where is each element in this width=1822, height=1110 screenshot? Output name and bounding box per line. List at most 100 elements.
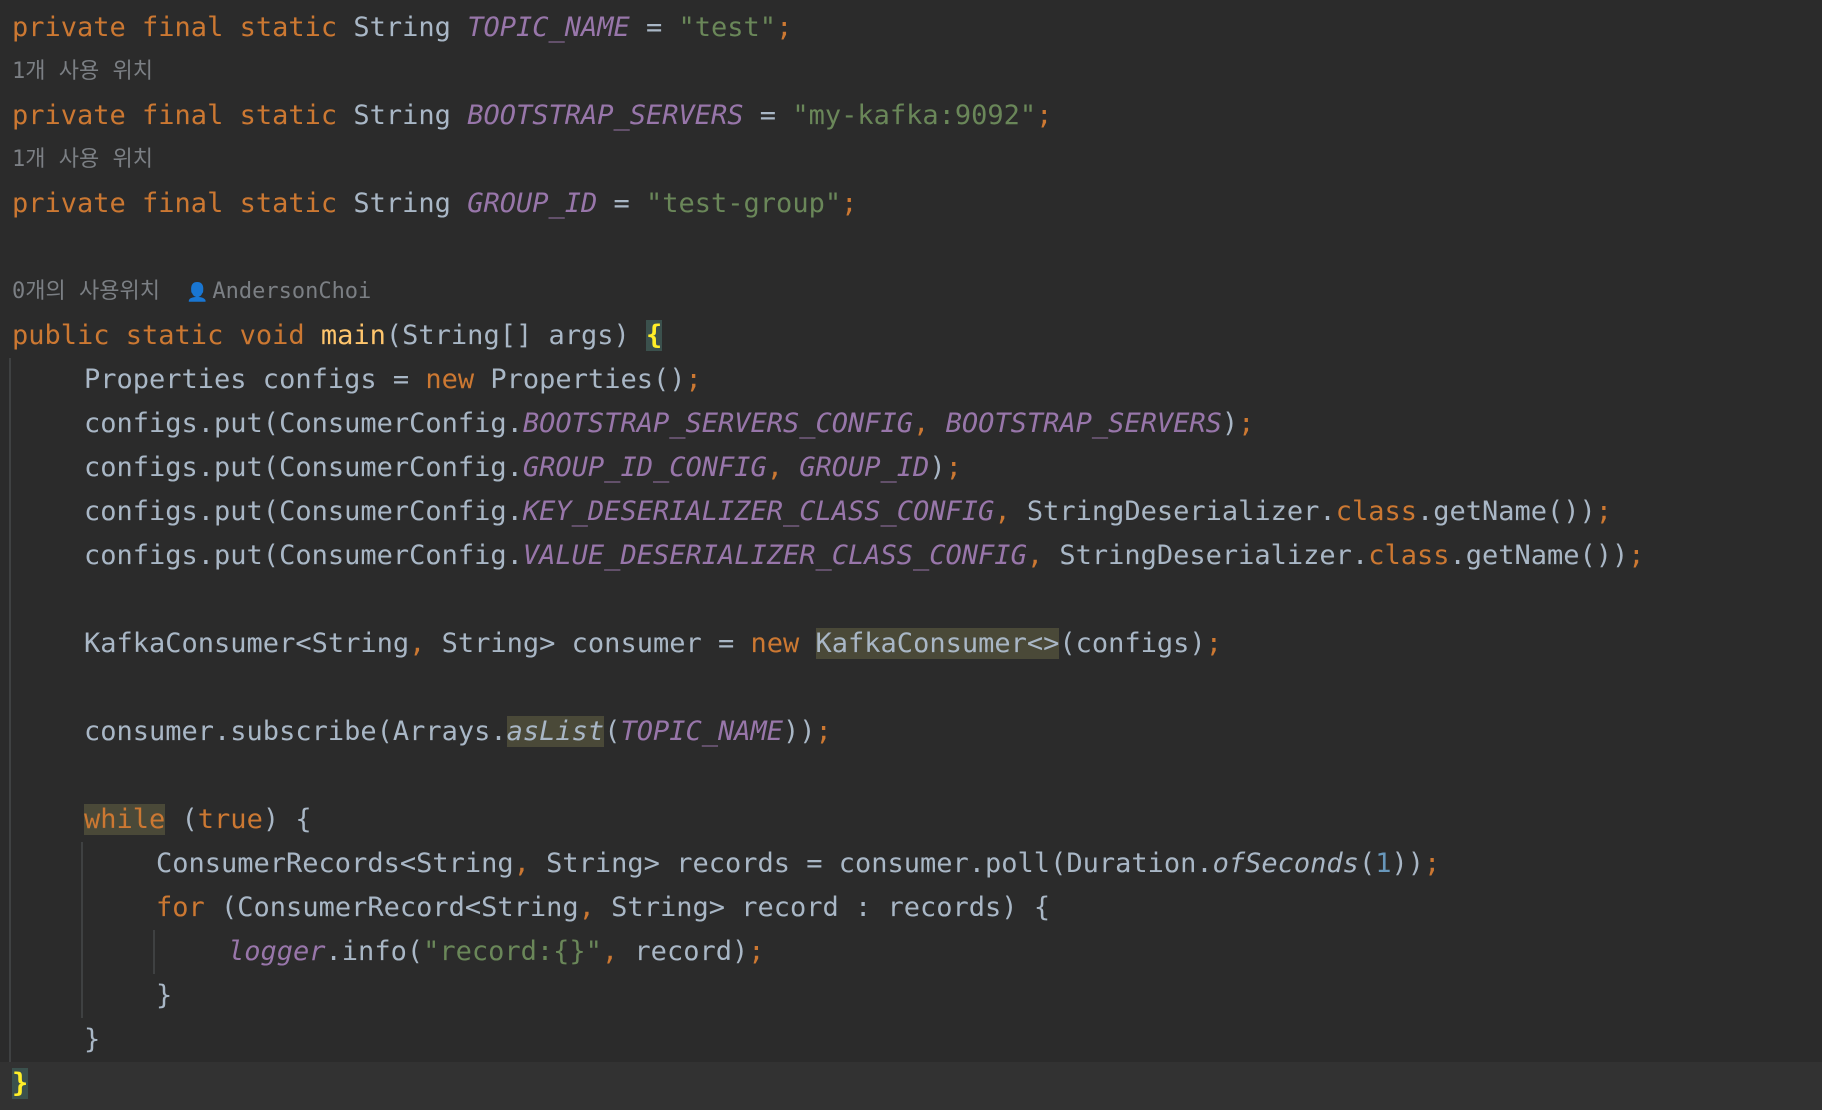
token-constant: BOOTSTRAP_SERVERS_CONFIG [522, 408, 914, 439]
token-comma: , [513, 848, 530, 879]
token-keyword: class [1368, 540, 1450, 571]
token-text: .info( [325, 936, 424, 967]
token-keyword: true [197, 804, 263, 835]
token-type: String [353, 188, 451, 219]
code-line-for[interactable]: for (ConsumerRecord<String, String> reco… [0, 886, 1822, 930]
token-comma: , [994, 496, 1027, 527]
token-text: ) [929, 452, 946, 483]
token-text: (configs) [1059, 628, 1206, 659]
token-operator: = [629, 12, 679, 43]
token-type: String [353, 12, 451, 43]
highlighted-keyword[interactable]: while [84, 804, 166, 835]
author-link[interactable]: AndersonChoi [212, 279, 371, 304]
token-type: String [353, 100, 451, 131]
token-semicolon: ; [1036, 100, 1053, 131]
code-line-2[interactable]: private final static String BOOTSTRAP_SE… [0, 94, 1822, 138]
token-text: )) [783, 716, 816, 747]
code-line-records[interactable]: ConsumerRecords<String, String> records … [0, 842, 1822, 886]
token-text: ConsumerRecords<String [156, 848, 514, 879]
token-text: ( [165, 804, 198, 835]
token-constant: BOOTSTRAP_SERVERS [945, 408, 1222, 439]
highlighted-method[interactable]: asList [506, 716, 605, 747]
code-line-subscribe[interactable]: consumer.subscribe(Arrays.asList(TOPIC_N… [0, 710, 1822, 754]
code-line-close-for[interactable]: } [0, 974, 1822, 1018]
usage-hint-1[interactable]: 1개 사용 위치 [0, 50, 1822, 94]
usage-count-link[interactable]: 0개의 사용위치 [12, 279, 160, 304]
token-comma: , [913, 408, 946, 439]
code-line-log[interactable]: logger.info("record:{}", record); [0, 930, 1822, 974]
token-text: ( [604, 716, 621, 747]
token-string: "my-kafka:9092" [792, 100, 1037, 131]
token-keyword: private final static [12, 12, 338, 43]
token-text: StringDeserializer. [1059, 540, 1369, 571]
token-comma: , [766, 452, 800, 483]
person-icon: 👤 [185, 282, 209, 303]
token-operator: = [597, 188, 647, 219]
token-semicolon: ; [1595, 496, 1613, 527]
code-line-properties[interactable]: Properties configs = new Properties(); [0, 358, 1822, 402]
code-editor[interactable]: private final static String TOPIC_NAME =… [0, 0, 1822, 1110]
token-semicolon: ; [1423, 848, 1441, 879]
token-operator: = [743, 100, 793, 131]
code-line-put-4[interactable]: configs.put(ConsumerConfig.VALUE_DESERIA… [0, 534, 1822, 578]
token-text: configs.put(ConsumerConfig. [84, 452, 523, 483]
code-line-while[interactable]: while (true) { [0, 798, 1822, 842]
token-text: Properties() [474, 364, 686, 395]
usage-hint-2[interactable]: 1개 사용 위치 [0, 138, 1822, 182]
token-keyword: for [156, 892, 205, 923]
token-field: logger [228, 936, 326, 967]
token-text: configs.put(ConsumerConfig. [84, 496, 523, 527]
token-constant: TOPIC_NAME [620, 716, 784, 747]
token-constant: TOPIC_NAME [467, 12, 630, 43]
token-constant: GROUP_ID_CONFIG [522, 452, 767, 483]
token-text: )) [1391, 848, 1424, 879]
token-semicolon: ; [1238, 408, 1255, 439]
token-number: 1 [1375, 848, 1392, 879]
token-constant: GROUP_ID [799, 452, 930, 483]
token-text: ) { [262, 804, 312, 835]
token-text: KafkaConsumer<String [84, 628, 410, 659]
token-keyword: public static void [12, 320, 305, 351]
token-semicolon: ; [748, 936, 765, 967]
token-static-method: ofSeconds [1212, 848, 1359, 879]
token-brace: } [84, 1024, 101, 1055]
usage-hint-main: 0개의 사용위치 👤 AndersonChoi [0, 270, 1822, 314]
matched-brace-close: } [12, 1068, 29, 1099]
token-text: consumer.subscribe(Arrays. [84, 716, 507, 747]
highlighted-constructor[interactable]: KafkaConsumer<> [815, 628, 1060, 659]
token-string: "test-group" [646, 188, 842, 219]
code-line-close-main[interactable]: } [0, 1062, 1822, 1110]
code-line-3[interactable]: private final static String GROUP_ID = "… [0, 182, 1822, 226]
token-constant: VALUE_DESERIALIZER_CLASS_CONFIG [522, 540, 1027, 571]
token-text: configs.put(ConsumerConfig. [84, 408, 523, 439]
token-constant: GROUP_ID [467, 188, 598, 219]
token-text: .getName()) [1416, 496, 1596, 527]
code-line-put-2[interactable]: configs.put(ConsumerConfig.GROUP_ID_CONF… [0, 446, 1822, 490]
code-line-put-3[interactable]: configs.put(ConsumerConfig.KEY_DESERIALI… [0, 490, 1822, 534]
token-text: ( [1358, 848, 1376, 879]
token-comma: , [1026, 540, 1060, 571]
token-string: "test" [678, 12, 777, 43]
token-semicolon: ; [685, 364, 702, 395]
token-constant: KEY_DESERIALIZER_CLASS_CONFIG [522, 496, 995, 527]
code-line-1[interactable]: private final static String TOPIC_NAME =… [0, 6, 1822, 50]
token-text: .getName()) [1449, 540, 1629, 571]
token-text: String> consumer = [425, 628, 751, 659]
token-semicolon: ; [1628, 540, 1645, 571]
token-keyword: new [425, 364, 475, 395]
token-keyword: private final static [12, 100, 338, 131]
token-text: (ConsumerRecord<String [204, 892, 579, 923]
token-text: record) [618, 936, 749, 967]
token-semicolon: ; [815, 716, 832, 747]
code-line-main[interactable]: public static void main(String[] args) { [0, 314, 1822, 358]
token-text: String> records = consumer.poll(Duration… [529, 848, 1213, 879]
code-line-close-while[interactable]: } [0, 1018, 1822, 1062]
token-keyword: class [1335, 496, 1417, 527]
code-line-put-1[interactable]: configs.put(ConsumerConfig.BOOTSTRAP_SER… [0, 402, 1822, 446]
token-keyword: new [750, 628, 800, 659]
code-line-consumer[interactable]: KafkaConsumer<String, String> consumer =… [0, 622, 1822, 666]
token-method-name: main [320, 320, 386, 351]
token-constant: BOOTSTRAP_SERVERS [467, 100, 744, 131]
token-text: StringDeserializer. [1026, 496, 1336, 527]
